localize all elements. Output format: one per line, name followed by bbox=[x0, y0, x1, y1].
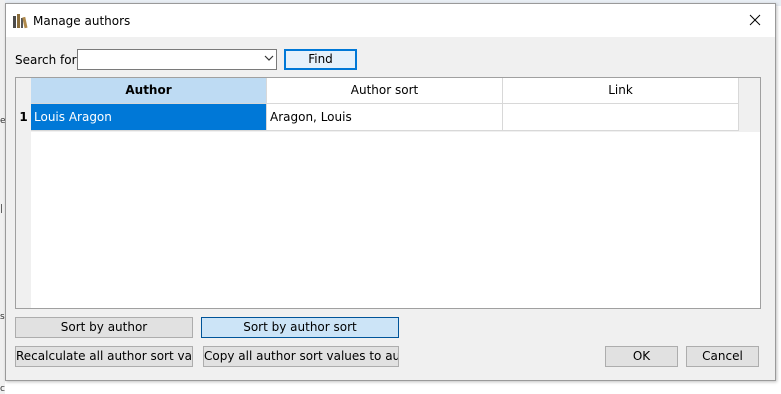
manage-authors-dialog: Manage authors Search for: Find Author A… bbox=[5, 3, 776, 381]
dialog-title: Manage authors bbox=[33, 14, 131, 28]
background-glyph: | bbox=[0, 204, 4, 214]
column-header-author[interactable]: Author bbox=[31, 78, 267, 104]
cell-author-sort[interactable]: Aragon, Louis bbox=[267, 104, 503, 131]
search-label: Search for: bbox=[15, 53, 81, 67]
find-button[interactable]: Find bbox=[284, 49, 357, 70]
background-glyph: s bbox=[0, 312, 5, 322]
search-input[interactable] bbox=[77, 49, 277, 70]
cell-author[interactable]: Louis Aragon bbox=[31, 104, 267, 131]
chevron-down-icon[interactable] bbox=[264, 53, 274, 63]
close-button[interactable] bbox=[735, 4, 775, 37]
authors-table[interactable]: Author Author sort Link 1 Louis Aragon A… bbox=[15, 77, 761, 309]
sort-by-author-sort-button[interactable]: Sort by author sort bbox=[201, 317, 399, 338]
table-corner bbox=[16, 78, 31, 104]
recalculate-author-sort-button[interactable]: Recalculate all author sort values bbox=[15, 346, 193, 367]
title-bar: Manage authors bbox=[6, 4, 775, 37]
close-icon bbox=[749, 14, 761, 26]
row-number[interactable]: 1 bbox=[16, 104, 31, 131]
copy-author-sort-button[interactable]: Copy all author sort values to author bbox=[203, 346, 399, 367]
column-header-author-sort[interactable]: Author sort bbox=[267, 78, 503, 104]
table-empty-area bbox=[31, 132, 760, 308]
cancel-button[interactable]: Cancel bbox=[686, 346, 759, 367]
cell-link[interactable] bbox=[503, 104, 739, 131]
ok-button[interactable]: OK bbox=[605, 346, 678, 367]
sort-by-author-button[interactable]: Sort by author bbox=[15, 317, 193, 338]
bookshelf-icon bbox=[12, 13, 28, 29]
background-glyph: c bbox=[0, 384, 5, 394]
column-header-link[interactable]: Link bbox=[503, 78, 739, 104]
